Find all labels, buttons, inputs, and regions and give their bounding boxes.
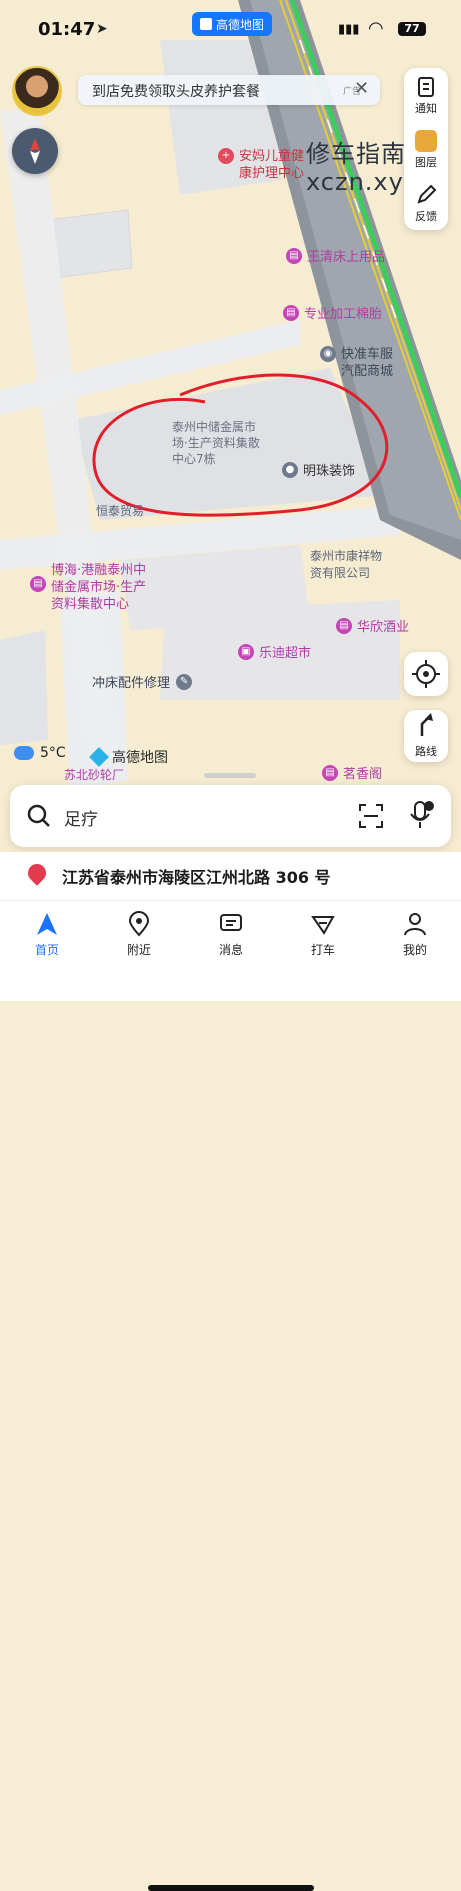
watermark: 修车指南 xczn.xyz — [306, 140, 418, 196]
route-icon — [420, 713, 433, 736]
tab-home[interactable]: 首页 — [12, 911, 82, 958]
poi-auto-parts[interactable]: ◉ 快准车服 汽配商城 — [320, 346, 393, 380]
poi-label: 博海·港融泰州中 — [51, 563, 147, 578]
poi-label: 汽配商城 — [341, 364, 394, 379]
poi-label: 华欣酒业 — [357, 620, 410, 635]
brand-logo: 高德地图 — [89, 747, 168, 767]
poi-ledi[interactable]: ▣ 乐迪超市 — [238, 642, 311, 661]
route-label: 路线 — [415, 745, 437, 758]
ad-text: 到店免费领取头皮养护套餐 — [92, 84, 260, 100]
notification-icon — [418, 77, 434, 97]
location-dot-icon: ● — [282, 461, 298, 478]
taxi-icon — [311, 916, 335, 935]
search-input[interactable]: 足疗 — [64, 805, 98, 830]
health-icon: + — [218, 148, 234, 164]
layers-icon — [415, 130, 437, 152]
ad-banner[interactable]: 到店免费领取头皮养护套餐 广告 ✕ — [78, 75, 380, 105]
crosshair-icon — [412, 660, 440, 688]
locate-button[interactable] — [404, 652, 448, 696]
shop-icon: ▤ — [283, 304, 299, 321]
drag-handle[interactable] — [204, 773, 256, 778]
poi-label: 茗香阁 — [343, 767, 383, 782]
address-text: 江苏省泰州市海陵区江州北路 306 号 — [62, 868, 331, 887]
location-arrow-icon: ➤ — [96, 21, 108, 37]
poi-bohai-market[interactable]: ▤ 博海·港融泰州中 储金属市场·生产 资料集散中心 — [30, 562, 146, 613]
search-icon — [27, 804, 50, 827]
poi-mingzhu[interactable]: ● 明珠装饰 — [282, 460, 355, 479]
shop-icon: ▤ — [336, 617, 352, 634]
battery-icon: 77 — [398, 22, 426, 36]
poi-label: 明珠装饰 — [303, 464, 356, 479]
search-bar[interactable]: 足疗 — [10, 785, 451, 847]
tab-messages[interactable]: 消息 — [196, 911, 266, 958]
poi-huaxin[interactable]: ▤ 华欣酒业 — [336, 616, 409, 635]
poi-mingxiang[interactable]: ▤ 茗香阁 — [322, 763, 382, 782]
person-icon — [404, 913, 426, 936]
feedback-button[interactable]: 反馈 — [404, 184, 448, 224]
scan-icon[interactable] — [358, 803, 384, 829]
tab-taxi[interactable]: 打车 — [288, 911, 358, 958]
microphone-icon[interactable] — [406, 800, 436, 832]
poi-label: 冲床配件修理 — [92, 676, 171, 691]
message-icon — [220, 914, 242, 931]
amap-logo-icon — [89, 747, 109, 767]
wrench-icon: ✎ — [176, 673, 193, 690]
right-toolbar: 通知 图层 反馈 — [404, 68, 448, 230]
app-badge[interactable]: 高德地图 — [192, 12, 272, 36]
navigation-arrow-icon — [37, 913, 57, 935]
cart-icon: ▣ — [238, 643, 254, 660]
poi-children-health[interactable]: + 安妈儿童健 康护理中心 — [218, 148, 304, 182]
shop-icon: ▤ — [322, 764, 338, 781]
weather[interactable]: 5°C — [14, 745, 66, 761]
temperature: 5°C — [40, 745, 66, 761]
layers-button[interactable]: 图层 — [404, 130, 448, 170]
home-indicator — [148, 1885, 314, 1891]
poi-label: 专业加工棉胎 — [304, 307, 383, 322]
compass-icon[interactable] — [12, 128, 58, 174]
trade-label: 恒泰贸易 — [96, 504, 145, 518]
poi-label: 王清床上用品 — [307, 250, 386, 265]
poi-punch-repair[interactable]: 冲床配件修理 ✎ — [92, 672, 197, 691]
location-pin-icon — [24, 860, 50, 886]
map-canvas[interactable]: + 安妈儿童健 康护理中心 ▤ 王清床上用品 ▤ 专业加工棉胎 ◉ 快准车服 汽… — [0, 0, 461, 900]
subei-label: 苏北砂轮厂 — [64, 768, 125, 782]
bottom-tab-bar: 首页 附近 消息 打车 我的 — [0, 900, 461, 1891]
avatar[interactable] — [12, 66, 62, 116]
status-bar: 01:47 ➤ 高德地图 ▮▮▮ ◠ 77 — [0, 0, 461, 60]
poi-bedding[interactable]: ▤ 王清床上用品 — [286, 246, 385, 265]
cloud-icon — [14, 746, 34, 760]
poi-label: 康护理中心 — [239, 166, 305, 181]
shop-icon: ▤ — [286, 247, 302, 264]
tab-nearby[interactable]: 附近 — [104, 911, 174, 958]
building-label: 泰州中储金属市 场·生产资料集散 中心7栋 — [172, 420, 260, 466]
car-icon: ◉ — [320, 346, 336, 362]
company-label: 泰州市康祥物 资有限公司 — [310, 549, 383, 580]
amap-icon — [199, 18, 212, 30]
notify-button[interactable]: 通知 — [404, 76, 448, 116]
poi-label: 安妈儿童健 — [239, 149, 305, 164]
poi-label: 快准车服 — [341, 347, 394, 362]
poi-label: 资料集散中心 — [51, 597, 130, 612]
current-address[interactable]: 江苏省泰州市海陵区江州北路 306 号 — [0, 852, 461, 900]
pen-icon — [417, 184, 437, 204]
tab-mine[interactable]: 我的 — [380, 911, 450, 958]
poi-label: 储金属市场·生产 — [51, 580, 147, 595]
location-pin-outline-icon — [128, 911, 150, 937]
close-icon[interactable]: ✕ — [354, 78, 369, 99]
clock: 01:47 — [38, 19, 96, 40]
wifi-icon: ◠ — [368, 18, 384, 39]
shop-icon: ▤ — [30, 576, 46, 592]
poi-cotton[interactable]: ▤ 专业加工棉胎 — [283, 303, 382, 322]
poi-label: 乐迪超市 — [259, 646, 312, 661]
route-button[interactable]: 路线 — [404, 710, 448, 762]
signal-icon: ▮▮▮ — [338, 22, 360, 37]
